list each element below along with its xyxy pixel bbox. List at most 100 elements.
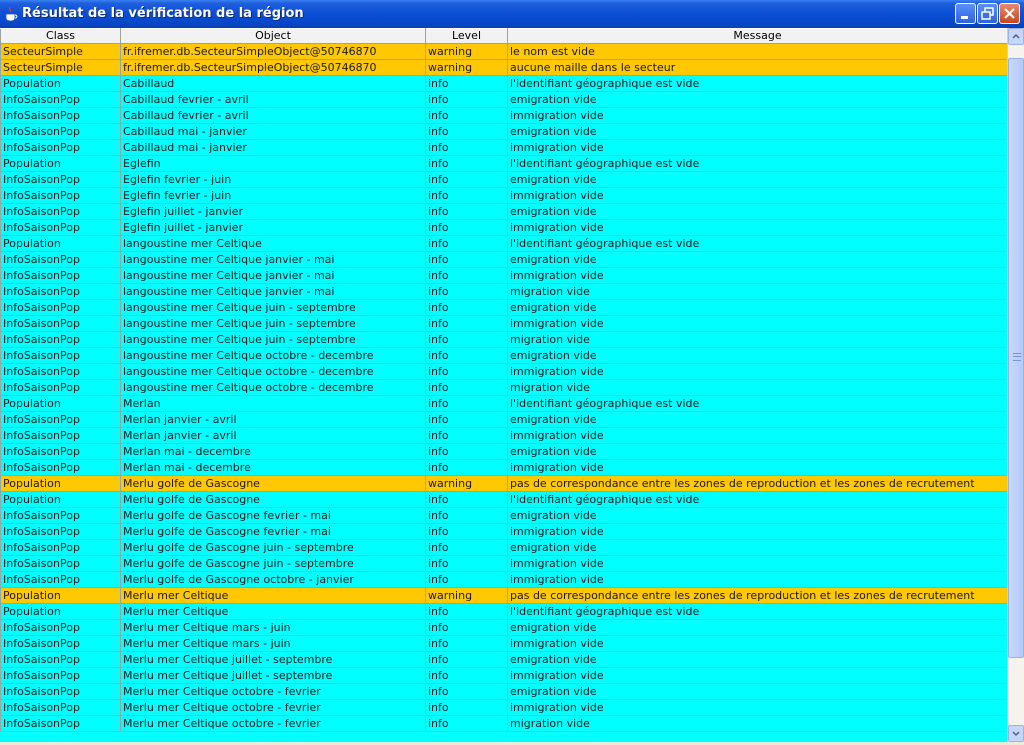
- cell-object[interactable]: Cabillaud fevrier - avril: [120, 91, 426, 108]
- cell-level[interactable]: info: [425, 539, 508, 556]
- cell-message[interactable]: immigration vide: [507, 139, 1007, 156]
- table-row[interactable]: InfoSaisonPop Eglefin fevrier - juin info e…: [0, 171, 1007, 188]
- cell-level[interactable]: info: [425, 379, 508, 396]
- cell-message[interactable]: emigration vide: [507, 203, 1007, 220]
- table-row[interactable]: Population langoustine mer Celtique info l'…: [0, 235, 1007, 252]
- cell-class[interactable]: InfoSaisonPop: [0, 683, 121, 700]
- table-row[interactable]: InfoSaisonPop langoustine mer Celtique ju…: [0, 331, 1007, 348]
- table-row[interactable]: InfoSaisonPop Merlu mer Celtique mars - j…: [0, 635, 1007, 652]
- cell-object[interactable]: Merlu mer Celtique juillet - septembre: [120, 667, 426, 684]
- table-row[interactable]: InfoSaisonPop langoustine mer Celtique ju…: [0, 315, 1007, 332]
- cell-level[interactable]: warning: [425, 587, 508, 604]
- scroll-up-button[interactable]: [1008, 28, 1024, 45]
- cell-class[interactable]: InfoSaisonPop: [0, 715, 121, 732]
- cell-level[interactable]: info: [425, 635, 508, 652]
- cell-class[interactable]: InfoSaisonPop: [0, 507, 121, 524]
- cell-class[interactable]: Population: [0, 587, 121, 604]
- cell-object[interactable]: Merlu mer Celtique: [120, 603, 426, 620]
- cell-message[interactable]: immigration vide: [507, 363, 1007, 380]
- cell-object[interactable]: Merlu golfe de Gascogne octobre - janvie…: [120, 571, 426, 588]
- table-row[interactable]: Population Cabillaud info l'identifiant géo…: [0, 75, 1007, 92]
- cell-message[interactable]: l'identifiant géographique est vide: [507, 603, 1007, 620]
- cell-message[interactable]: emigration vide: [507, 539, 1007, 556]
- cell-message[interactable]: emigration vide: [507, 91, 1007, 108]
- cell-object[interactable]: Merlan: [120, 395, 426, 412]
- cell-object[interactable]: Merlan janvier - avril: [120, 427, 426, 444]
- cell-message[interactable]: migration vide: [507, 379, 1007, 396]
- cell-object[interactable]: Eglefin juillet - janvier: [120, 203, 426, 220]
- cell-object[interactable]: Merlu mer Celtique mars - juin: [120, 619, 426, 636]
- cell-object[interactable]: Eglefin fevrier - juin: [120, 171, 426, 188]
- cell-class[interactable]: Population: [0, 75, 121, 92]
- cell-message[interactable]: migration vide: [507, 283, 1007, 300]
- table-row[interactable]: InfoSaisonPop Merlu mer Celtique mars - j…: [0, 619, 1007, 636]
- cell-class[interactable]: InfoSaisonPop: [0, 251, 121, 268]
- cell-level[interactable]: info: [425, 395, 508, 412]
- cell-level[interactable]: info: [425, 443, 508, 460]
- table-row[interactable]: InfoSaisonPop Merlu golfe de Gascogne jui…: [0, 539, 1007, 556]
- table-row[interactable]: InfoSaisonPop Cabillaud fevrier - avril in…: [0, 91, 1007, 108]
- cell-level[interactable]: info: [425, 347, 508, 364]
- cell-level[interactable]: info: [425, 267, 508, 284]
- cell-object[interactable]: fr.ifremer.db.SecteurSimpleObject@507468…: [120, 59, 426, 76]
- cell-class[interactable]: InfoSaisonPop: [0, 411, 121, 428]
- cell-level[interactable]: info: [425, 491, 508, 508]
- table-row[interactable]: InfoSaisonPop Merlu golfe de Gascogne fev…: [0, 523, 1007, 540]
- cell-class[interactable]: InfoSaisonPop: [0, 219, 121, 236]
- cell-object[interactable]: langoustine mer Celtique octobre - decem…: [120, 347, 426, 364]
- cell-message[interactable]: l'identifiant géographique est vide: [507, 491, 1007, 508]
- cell-object[interactable]: Merlu mer Celtique octobre - fevrier: [120, 683, 426, 700]
- cell-class[interactable]: InfoSaisonPop: [0, 283, 121, 300]
- cell-message[interactable]: emigration vide: [507, 443, 1007, 460]
- cell-object[interactable]: Merlu golfe de Gascogne fevrier - mai: [120, 523, 426, 540]
- cell-level[interactable]: info: [425, 219, 508, 236]
- cell-level[interactable]: info: [425, 571, 508, 588]
- cell-message[interactable]: migration vide: [507, 715, 1007, 732]
- cell-level[interactable]: info: [425, 715, 508, 732]
- cell-object[interactable]: Eglefin fevrier - juin: [120, 187, 426, 204]
- cell-level[interactable]: info: [425, 171, 508, 188]
- cell-class[interactable]: InfoSaisonPop: [0, 555, 121, 572]
- vertical-scrollbar[interactable]: [1007, 28, 1024, 742]
- cell-message[interactable]: immigration vide: [507, 107, 1007, 124]
- table-row[interactable]: Population Eglefin info l'identifiant géogr…: [0, 155, 1007, 172]
- cell-message[interactable]: pas de correspondance entre les zones de…: [507, 587, 1007, 604]
- cell-message[interactable]: immigration vide: [507, 667, 1007, 684]
- cell-class[interactable]: Population: [0, 603, 121, 620]
- cell-class[interactable]: InfoSaisonPop: [0, 91, 121, 108]
- cell-level[interactable]: info: [425, 187, 508, 204]
- cell-class[interactable]: InfoSaisonPop: [0, 667, 121, 684]
- table-row[interactable]: InfoSaisonPop Cabillaud mai - janvier info…: [0, 123, 1007, 140]
- cell-level[interactable]: info: [425, 603, 508, 620]
- cell-message[interactable]: migration vide: [507, 331, 1007, 348]
- cell-class[interactable]: SecteurSimple: [0, 43, 121, 60]
- cell-level[interactable]: info: [425, 507, 508, 524]
- cell-level[interactable]: info: [425, 555, 508, 572]
- column-header-level[interactable]: Level: [425, 28, 508, 44]
- table-row[interactable]: InfoSaisonPop Merlu golfe de Gascogne fev…: [0, 507, 1007, 524]
- table-row[interactable]: Population Merlu golfe de Gascogne info l'i…: [0, 491, 1007, 508]
- cell-message[interactable]: pas de correspondance entre les zones de…: [507, 475, 1007, 492]
- table-row[interactable]: InfoSaisonPop langoustine mer Celtique oc…: [0, 347, 1007, 364]
- table-row[interactable]: InfoSaisonPop Eglefin juillet - janvier in…: [0, 203, 1007, 220]
- cell-object[interactable]: Merlu golfe de Gascogne fevrier - mai: [120, 507, 426, 524]
- table-row[interactable]: InfoSaisonPop Merlu mer Celtique octobre …: [0, 683, 1007, 700]
- cell-class[interactable]: InfoSaisonPop: [0, 379, 121, 396]
- cell-object[interactable]: Merlu golfe de Gascogne juin - septembre: [120, 539, 426, 556]
- cell-message[interactable]: emigration vide: [507, 651, 1007, 668]
- cell-object[interactable]: Merlan janvier - avril: [120, 411, 426, 428]
- cell-message[interactable]: immigration vide: [507, 219, 1007, 236]
- cell-level[interactable]: info: [425, 667, 508, 684]
- cell-class[interactable]: InfoSaisonPop: [0, 427, 121, 444]
- cell-message[interactable]: immigration vide: [507, 267, 1007, 284]
- cell-level[interactable]: info: [425, 299, 508, 316]
- cell-object[interactable]: Merlan mai - decembre: [120, 459, 426, 476]
- cell-class[interactable]: InfoSaisonPop: [0, 619, 121, 636]
- cell-object[interactable]: langoustine mer Celtique: [120, 235, 426, 252]
- cell-class[interactable]: InfoSaisonPop: [0, 635, 121, 652]
- table-row[interactable]: SecteurSimple fr.ifremer.db.SecteurSimple…: [0, 59, 1007, 76]
- cell-object[interactable]: Merlu mer Celtique octobre - fevrier: [120, 715, 426, 732]
- cell-object[interactable]: Cabillaud fevrier - avril: [120, 107, 426, 124]
- close-button[interactable]: [999, 3, 1020, 24]
- cell-message[interactable]: immigration vide: [507, 635, 1007, 652]
